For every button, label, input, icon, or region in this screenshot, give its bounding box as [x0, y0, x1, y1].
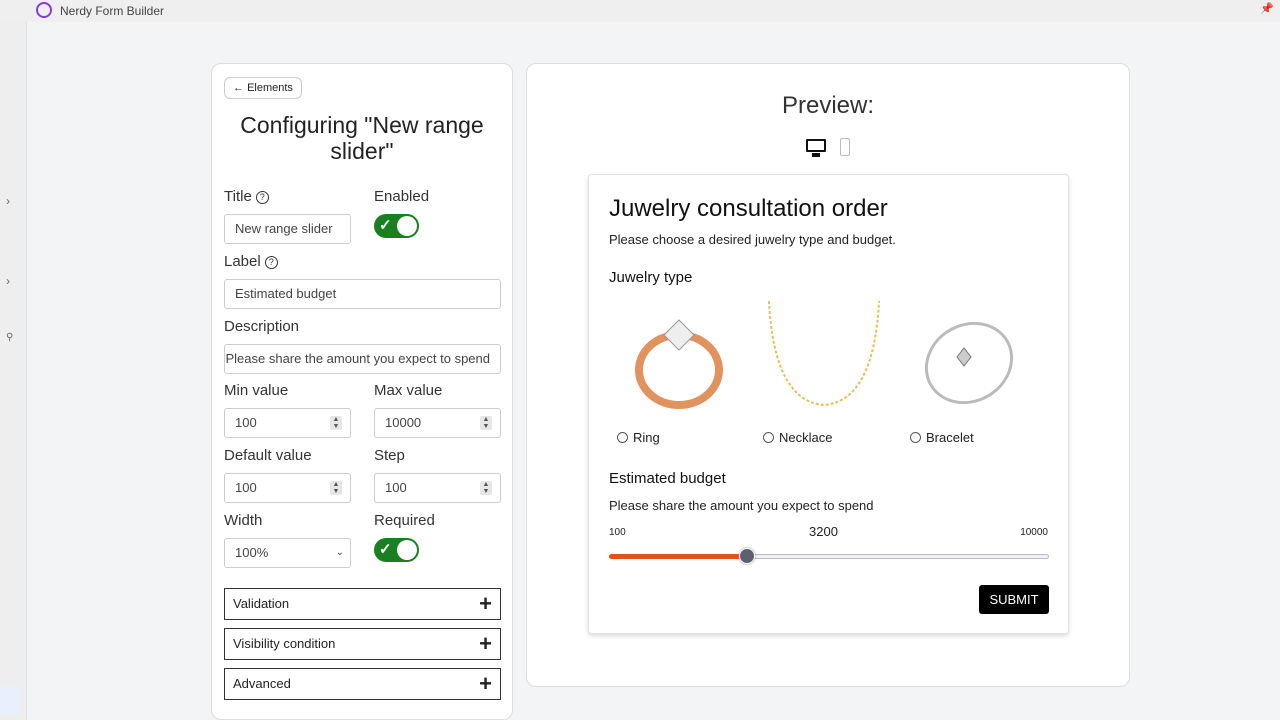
app-title: Nerdy Form Builder: [60, 4, 165, 18]
app-logo-icon: [36, 2, 52, 18]
max-value-input[interactable]: 10000 ▲ ▼: [374, 408, 501, 438]
submit-button[interactable]: SUBMIT: [979, 585, 1049, 614]
width-select[interactable]: 100% ⌄: [224, 538, 351, 568]
page-title: Configuring "New range slider": [240, 112, 484, 164]
default-value-input[interactable]: 100 ▲ ▼: [224, 473, 351, 503]
option-bracelet[interactable]: Bracelet: [910, 430, 974, 445]
arrow-left-icon: ←: [233, 82, 248, 94]
preview-panel: Preview: Juwelry consultation order Plea…: [526, 63, 1130, 687]
budget-label: Estimated budget: [609, 470, 726, 487]
pin-icon[interactable]: 📌: [1260, 2, 1274, 15]
rail-active-item[interactable]: [0, 686, 20, 714]
enabled-toggle[interactable]: ✓: [374, 214, 419, 238]
min-value-label: Min value: [224, 382, 289, 399]
mobile-icon[interactable]: [840, 138, 850, 156]
form-title: Juwelry consultation order: [609, 195, 888, 222]
required-toggle[interactable]: ✓: [374, 538, 419, 562]
spinner-icon: ▲ ▼: [330, 481, 342, 495]
title-input[interactable]: New range slider: [224, 214, 351, 244]
spinner-icon: ▲ ▼: [480, 481, 492, 495]
left-rail: › › ⚲: [0, 22, 27, 720]
option-necklace[interactable]: Necklace: [763, 430, 832, 445]
description-label: Description: [224, 318, 300, 335]
default-value-label: Default value: [224, 447, 312, 464]
budget-description: Please share the amount you expect to sp…: [609, 498, 874, 513]
bracelet-image: [924, 321, 1014, 405]
necklace-image: [768, 301, 880, 407]
width-label: Width: [224, 512, 263, 529]
title-label: Title?: [224, 188, 269, 205]
radio-icon: [617, 432, 628, 443]
chevron-down-icon: ⌄: [335, 547, 344, 558]
form-card: Juwelry consultation order Please choose…: [588, 174, 1069, 634]
plus-icon: +: [479, 591, 492, 616]
chevron-right-icon[interactable]: ›: [6, 194, 10, 208]
spinner-icon: ▲ ▼: [480, 416, 492, 430]
step-label: Step: [374, 447, 405, 464]
form-subtitle: Please choose a desired juwelry type and…: [609, 232, 896, 247]
desktop-icon[interactable]: [806, 139, 826, 157]
required-label: Required: [374, 512, 435, 529]
slider-value: 3200: [809, 524, 838, 539]
spinner-icon: ▲ ▼: [330, 416, 342, 430]
radio-icon: [763, 432, 774, 443]
help-icon[interactable]: ?: [264, 256, 278, 269]
budget-slider[interactable]: [609, 548, 1049, 564]
option-ring[interactable]: Ring: [617, 430, 660, 445]
enabled-label: Enabled: [374, 188, 430, 205]
check-icon: ✓: [379, 541, 392, 558]
advanced-section[interactable]: Advanced +: [224, 668, 501, 700]
help-icon[interactable]: ?: [255, 191, 269, 204]
label-input[interactable]: Estimated budget: [224, 279, 501, 309]
description-input[interactable]: Please share the amount you expect to sp…: [224, 344, 501, 374]
label-label: Label?: [224, 253, 278, 270]
plus-icon: +: [479, 671, 492, 696]
max-value-label: Max value: [374, 382, 443, 399]
radio-icon: [910, 432, 921, 443]
check-icon: ✓: [379, 217, 392, 234]
preview-title: Preview:: [781, 92, 875, 119]
juwelry-type-label: Juwelry type: [609, 269, 693, 286]
slider-fill: [609, 554, 747, 559]
slider-max: 10000: [1020, 527, 1048, 538]
config-panel: ← Elements Configuring "New range slider…: [211, 63, 513, 720]
plus-icon: +: [479, 631, 492, 656]
ring-image: [635, 319, 723, 409]
chevron-right-icon[interactable]: ›: [6, 274, 10, 288]
step-input[interactable]: 100 ▲ ▼: [374, 473, 501, 503]
pin-icon[interactable]: ⚲: [6, 332, 13, 343]
back-to-elements-button[interactable]: ← Elements: [224, 77, 302, 99]
title-bar: Nerdy Form Builder 📌: [0, 0, 1280, 22]
slider-thumb[interactable]: [738, 548, 755, 564]
min-value-input[interactable]: 100 ▲ ▼: [224, 408, 351, 438]
validation-section[interactable]: Validation +: [224, 588, 501, 620]
visibility-condition-section[interactable]: Visibility condition +: [224, 628, 501, 660]
